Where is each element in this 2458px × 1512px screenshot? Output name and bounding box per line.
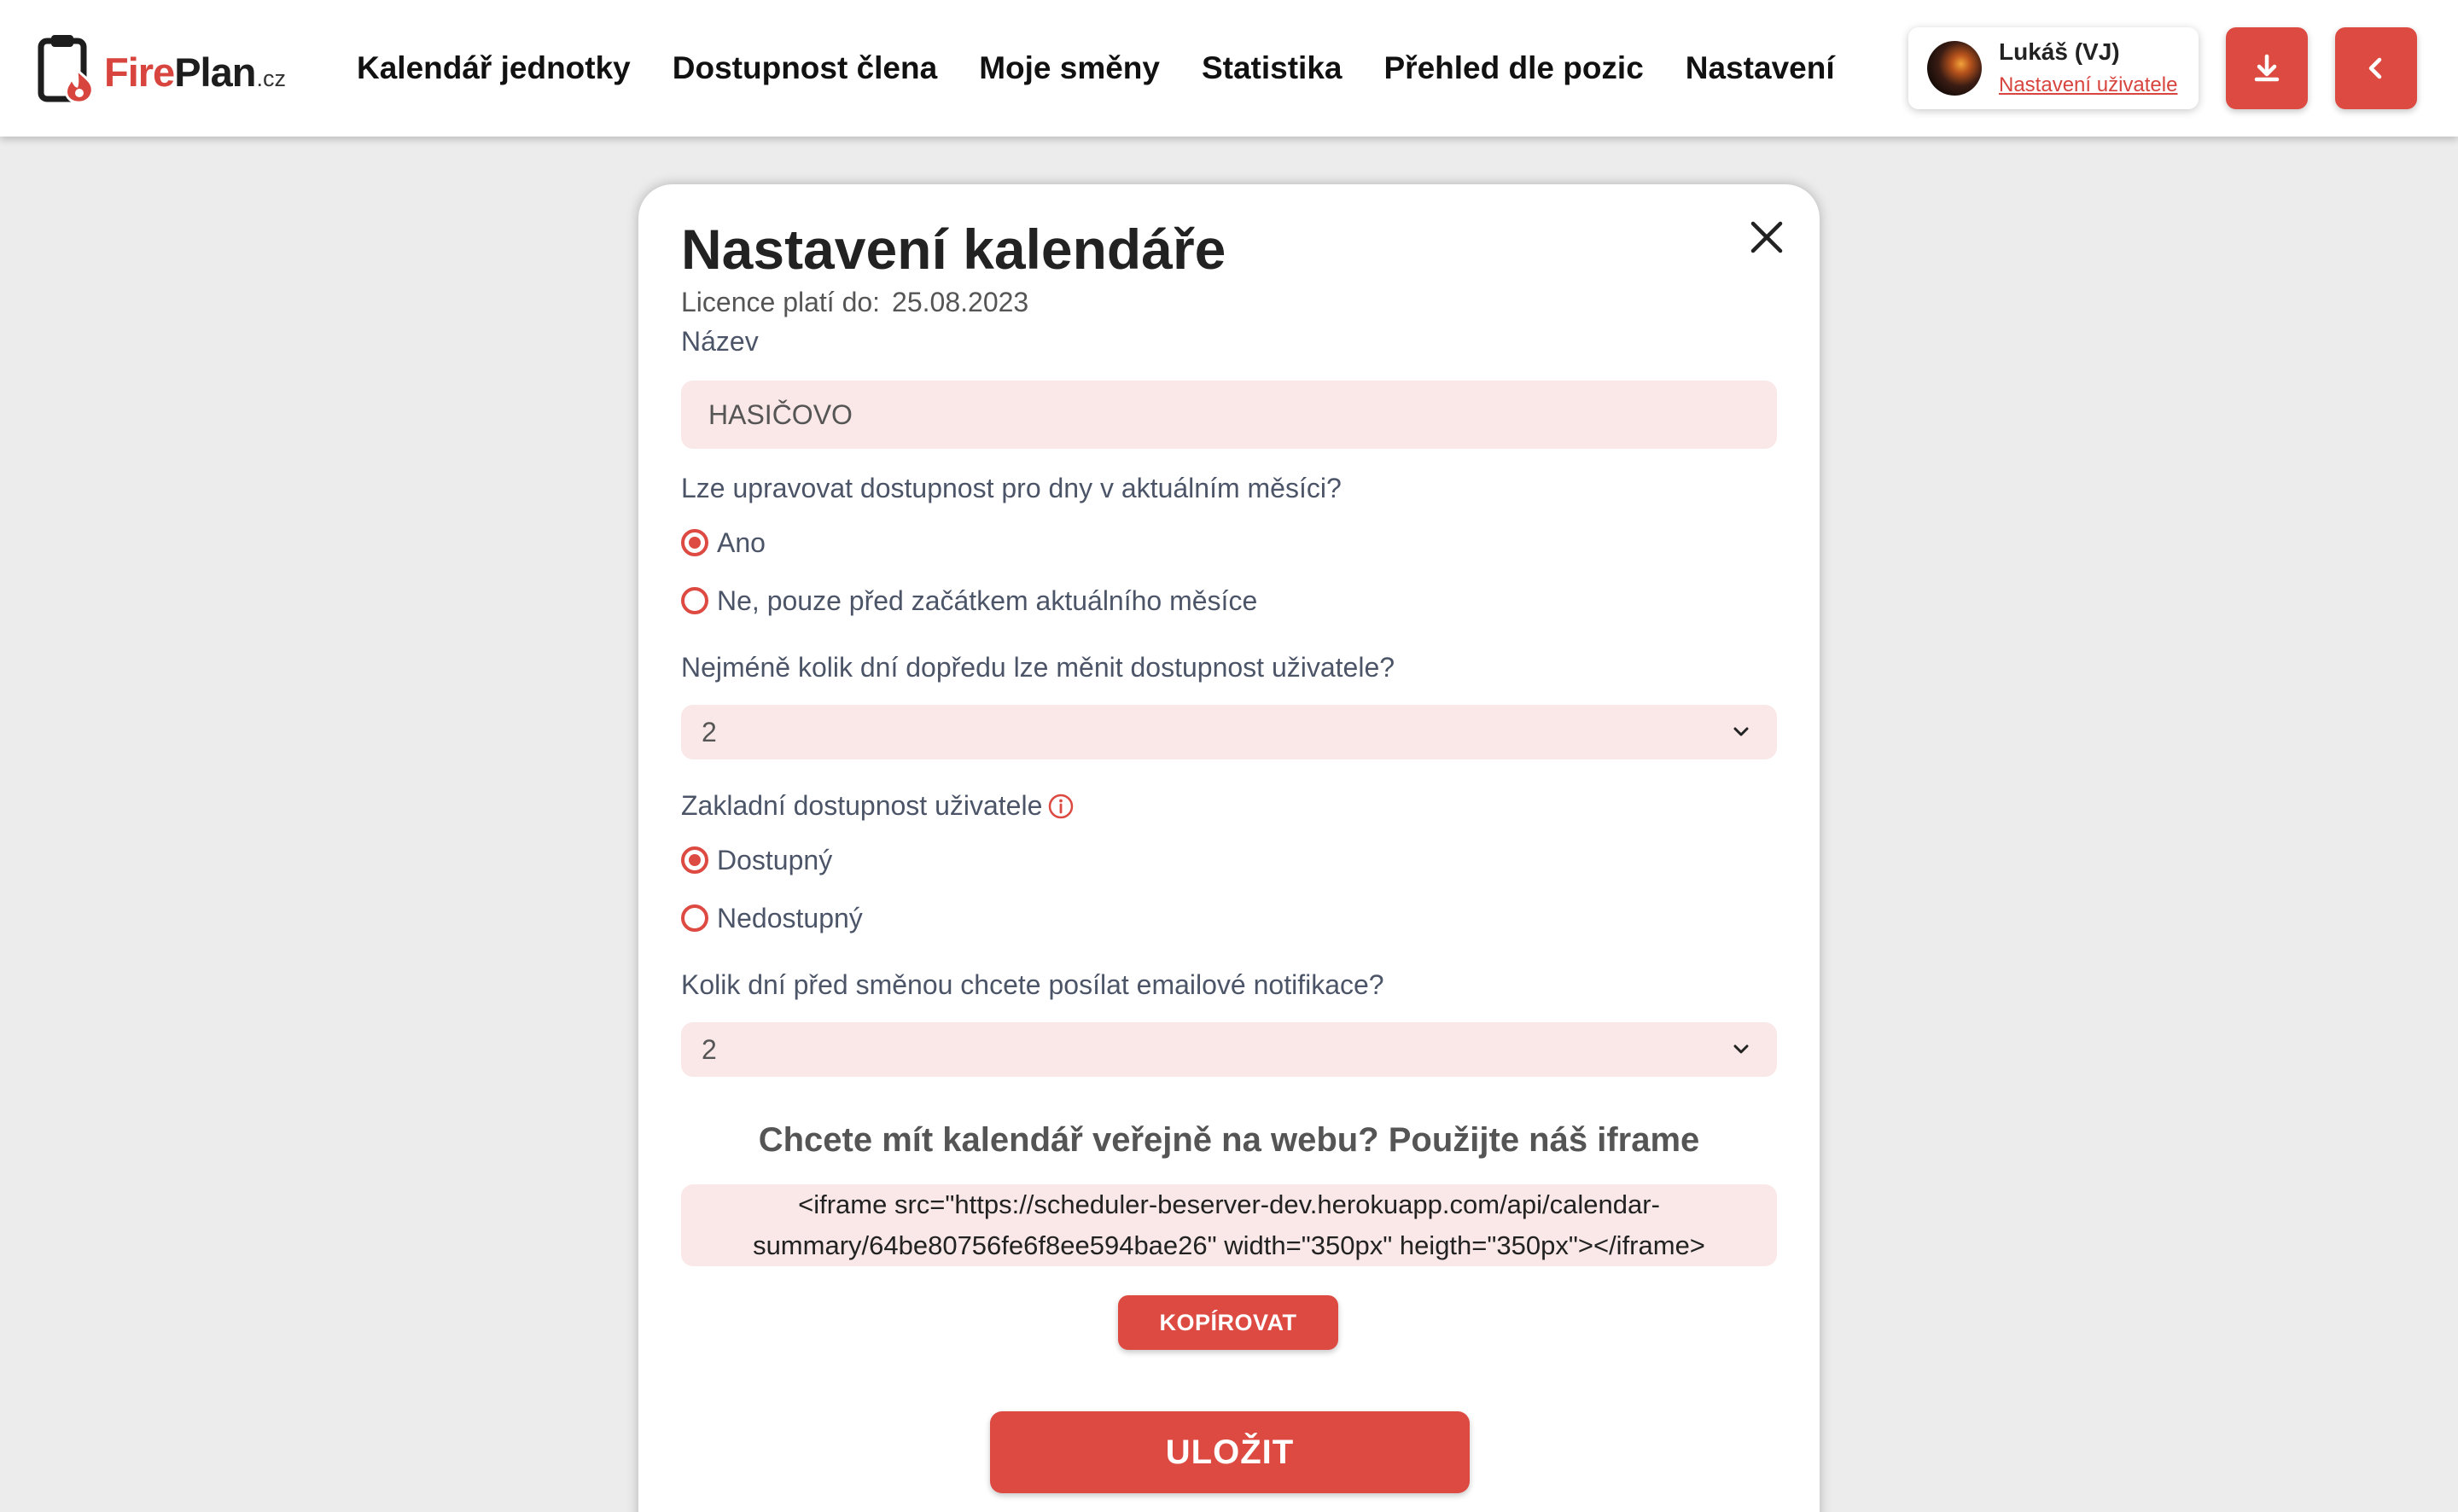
logo-fire-text: Fire: [104, 49, 175, 95]
iframe-code-line: <iframe src="https://scheduler-beserver-…: [798, 1189, 1660, 1219]
fireplan-logo[interactable]: FirePlan.cz: [38, 32, 286, 104]
radio-unselected-icon[interactable]: [681, 587, 708, 614]
download-button[interactable]: [2226, 27, 2308, 109]
radio-option-yes[interactable]: Ano: [681, 526, 766, 560]
nav-item-my-shifts[interactable]: Moje směny: [979, 50, 1160, 86]
nav-item-unit-calendar[interactable]: Kalendář jednotky: [357, 50, 631, 86]
license-label: Licence platí do:: [681, 287, 881, 317]
license-info: Licence platí do: 25.08.2023: [681, 287, 1028, 318]
nav-item-positions-overview[interactable]: Přehled dle pozic: [1384, 50, 1644, 86]
chevron-down-icon: [1733, 1044, 1749, 1054]
edit-current-month-question: Lze upravovat dostupnost pro dny v aktuá…: [681, 473, 1342, 503]
logo-tld-text: .cz: [256, 65, 286, 91]
min-days-value: 2: [702, 717, 717, 747]
modal-title: Nastavení kalendáře: [681, 218, 1226, 281]
default-availability-label: Zakladní dostupnost uživatele: [681, 790, 1075, 822]
notify-days-question: Kolik dní před směnou chcete posílat ema…: [681, 969, 1384, 1000]
chevron-down-icon: [1733, 727, 1749, 736]
radio-label: Nedostupný: [717, 902, 863, 933]
download-icon: [2254, 54, 2280, 82]
user-name: Lukáš (VJ): [1999, 38, 2120, 65]
radio-option-unavailable[interactable]: Nedostupný: [681, 901, 863, 935]
license-date: 25.08.2023: [892, 287, 1029, 317]
name-input[interactable]: HASIČOVO: [681, 381, 1777, 449]
notify-days-value: 2: [702, 1034, 717, 1065]
notify-days-select[interactable]: 2: [681, 1022, 1777, 1077]
avatar: [1927, 41, 1982, 96]
nav-item-member-availability[interactable]: Dostupnost člena: [673, 50, 937, 86]
copy-button[interactable]: KOPÍROVAT: [1118, 1295, 1338, 1350]
chevron-left-icon: [2368, 57, 2382, 79]
iframe-heading: Chcete mít kalendář veřejně na webu? Pou…: [758, 1121, 1700, 1159]
nav-item-statistics[interactable]: Statistika: [1202, 50, 1343, 86]
radio-label: Dostupný: [717, 844, 833, 875]
default-availability-text: Zakladní dostupnost uživatele: [681, 790, 1043, 821]
save-button[interactable]: ULOŽIT: [990, 1411, 1470, 1493]
radio-label: Ne, pouze před začátkem aktuálního měsíc…: [717, 584, 1258, 616]
radio-selected-icon[interactable]: [681, 846, 708, 874]
radio-option-available[interactable]: Dostupný: [681, 843, 832, 877]
iframe-code-box[interactable]: <iframe src="https://scheduler-beserver-…: [681, 1184, 1777, 1266]
min-days-select[interactable]: 2: [681, 705, 1777, 759]
calendar-settings-modal: Nastavení kalendáře Licence platí do: 25.…: [638, 184, 1820, 1512]
user-settings-link[interactable]: Nastavení uživatele: [1999, 73, 2177, 97]
radio-label: Ano: [717, 526, 766, 558]
name-label: Název: [681, 326, 759, 357]
back-button[interactable]: [2335, 27, 2417, 109]
logo-plan-text: Plan: [174, 49, 256, 95]
close-icon[interactable]: [1744, 215, 1789, 259]
clipboard-flame-icon: [38, 35, 94, 104]
iframe-code-line: summary/64be80756fe6f8ee594bae26" width=…: [753, 1230, 1705, 1260]
main-nav: Kalendář jednotky Dostupnost člena Moje …: [357, 44, 1877, 92]
top-navbar: FirePlan.cz Kalendář jednotky Dostupnost…: [0, 0, 2458, 137]
radio-unselected-icon[interactable]: [681, 904, 708, 932]
user-card[interactable]: Lukáš (VJ) Nastavení uživatele: [1908, 27, 2199, 109]
radio-selected-icon[interactable]: [681, 529, 708, 556]
min-days-question: Nejméně kolik dní dopředu lze měnit dost…: [681, 652, 1395, 683]
radio-option-no[interactable]: Ne, pouze před začátkem aktuálního měsíc…: [681, 584, 1257, 618]
nav-item-settings[interactable]: Nastavení: [1686, 50, 1835, 86]
info-icon[interactable]: [1047, 793, 1075, 820]
